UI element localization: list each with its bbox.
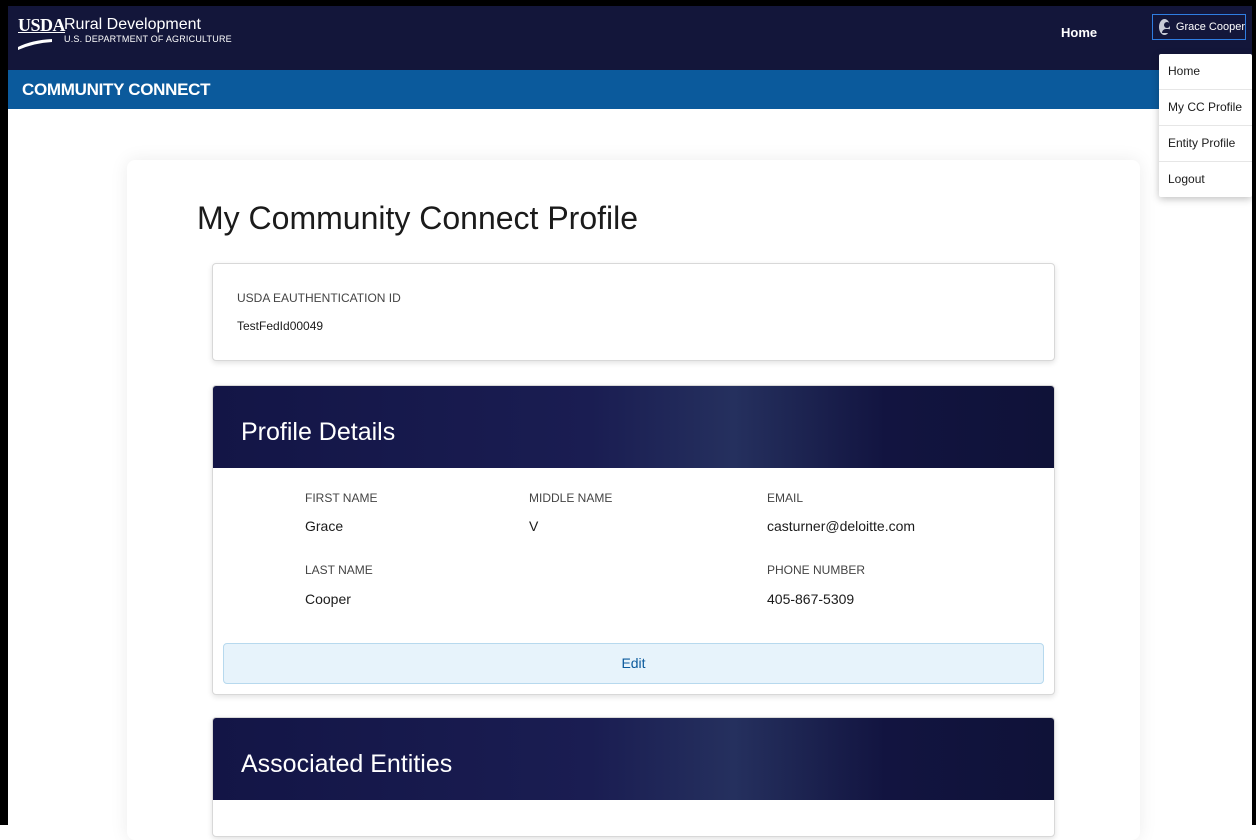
nav-home-link[interactable]: Home (1061, 25, 1097, 40)
usda-swoosh-icon (18, 39, 52, 50)
usda-logo-mark: USDA (18, 15, 66, 52)
email-value: casturner@deloitte.com (767, 518, 916, 534)
profile-details-card: Profile Details FIRST NAME Grace MIDDLE … (212, 385, 1055, 695)
user-menu-button[interactable]: Grace Cooper (1152, 14, 1246, 40)
agency-title: Rural Development (64, 16, 201, 33)
last-name-value: Cooper (305, 591, 351, 607)
app-title: COMMUNITY CONNECT (22, 80, 211, 99)
menu-item-my-cc-profile[interactable]: My CC Profile (1159, 89, 1252, 125)
associated-entities-card: Associated Entities (212, 717, 1055, 837)
top-header: USDA Rural Development U.S. DEPARTMENT O… (8, 6, 1252, 70)
usda-logo-text: USDA (18, 15, 66, 35)
agency-subtitle: U.S. DEPARTMENT OF AGRICULTURE (64, 34, 232, 44)
eauth-id-card: USDA EAUTHENTICATION ID TestFedId00049 (212, 263, 1055, 361)
edit-profile-button[interactable]: Edit (223, 643, 1044, 684)
phone-value: 405-867-5309 (767, 591, 855, 607)
associated-entities-title: Associated Entities (241, 750, 453, 778)
user-name: Grace Cooper (1175, 21, 1245, 33)
first-name-value: Grace (305, 518, 344, 534)
page-title: My Community Connect Profile (197, 200, 639, 236)
eauth-id-label: USDA EAUTHENTICATION ID (237, 291, 401, 305)
usda-rd-logo[interactable]: USDA Rural Development U.S. DEPARTMENT O… (18, 16, 232, 52)
first-name-label: FIRST NAME (305, 491, 378, 505)
eauth-id-value: TestFedId00049 (237, 319, 324, 333)
phone-label: PHONE NUMBER (767, 563, 866, 577)
profile-details-header: Profile Details (213, 386, 1054, 468)
email-label: EMAIL (767, 491, 804, 505)
middle-name-value: V (529, 518, 539, 534)
associated-entities-header: Associated Entities (213, 718, 1054, 800)
app-title-bar: COMMUNITY CONNECT (8, 70, 1252, 109)
menu-item-home[interactable]: Home (1159, 54, 1252, 89)
middle-name-label: MIDDLE NAME (529, 491, 613, 505)
last-name-label: LAST NAME (305, 563, 373, 577)
user-avatar-icon (1159, 19, 1172, 35)
profile-details-title: Profile Details (241, 418, 396, 446)
menu-item-logout[interactable]: Logout (1159, 161, 1252, 197)
menu-item-entity-profile[interactable]: Entity Profile (1159, 125, 1252, 161)
user-dropdown-menu: Home My CC Profile Entity Profile Logout (1159, 54, 1252, 197)
